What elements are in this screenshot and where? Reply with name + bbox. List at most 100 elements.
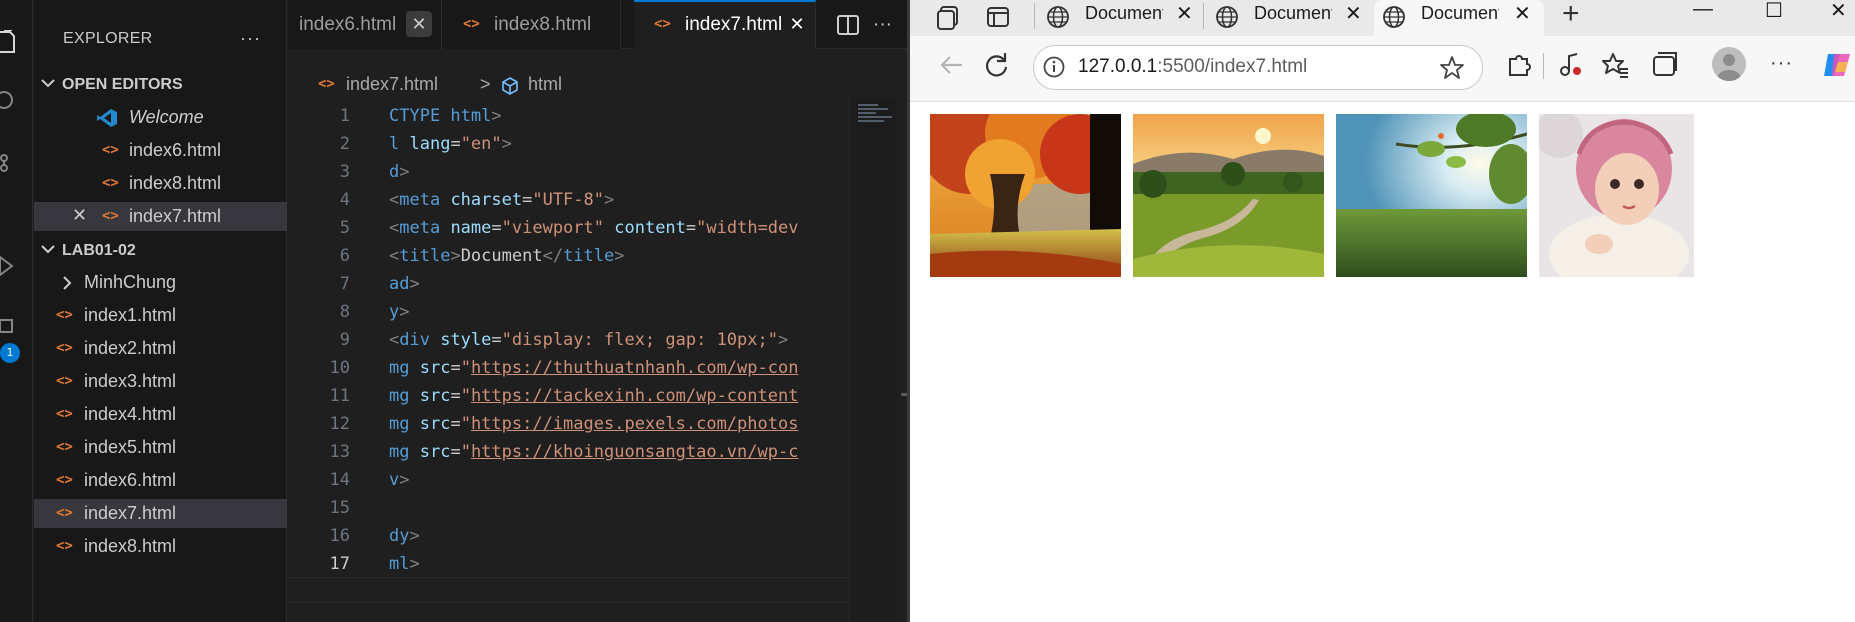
workspace-header[interactable]: LAB01-02 xyxy=(34,236,287,266)
explorer-more-button[interactable]: ··· xyxy=(240,28,261,49)
code-line: dy> xyxy=(389,526,420,546)
breadcrumb-symbol[interactable]: html xyxy=(528,74,562,95)
file-item-index8[interactable]: <> index8.html xyxy=(34,532,287,561)
copilot-icon[interactable] xyxy=(1820,48,1854,82)
file-item-index6[interactable]: <> index6.html xyxy=(34,466,287,495)
code-line: <meta name="viewport" content="width=dev xyxy=(389,218,799,238)
explorer-icon[interactable] xyxy=(0,30,20,54)
open-editor-item-index7[interactable]: ✕ <> index7.html xyxy=(34,202,287,231)
html-file-icon: <> xyxy=(56,307,73,323)
file-item-index5[interactable]: <> index5.html xyxy=(34,433,287,462)
extensions-puzzle-icon[interactable] xyxy=(1504,50,1534,80)
search-icon[interactable] xyxy=(0,88,20,112)
file-item-index7[interactable]: <> index7.html xyxy=(34,499,287,528)
tab-index6[interactable]: index6.html ✕ xyxy=(288,0,442,49)
activity-bar: 1 xyxy=(0,0,33,622)
html-file-icon: <> xyxy=(56,439,73,455)
open-editors-header[interactable]: OPEN EDITORS xyxy=(34,70,287,100)
tab-separator xyxy=(1034,3,1035,29)
autumn-tree-photo xyxy=(930,114,1121,277)
settings-more-button[interactable]: ··· xyxy=(1770,52,1793,75)
info-icon[interactable] xyxy=(1042,55,1066,79)
code-editor[interactable]: 1 CTYPE html> 2 l lang="en"> 3 d> 4 <met… xyxy=(288,101,848,603)
open-editor-item-index8[interactable]: <> index8.html xyxy=(34,169,287,198)
html-file-icon: <> xyxy=(56,505,73,521)
run-debug-icon[interactable] xyxy=(0,254,20,278)
html-file-icon: <> xyxy=(102,175,119,191)
maximize-button[interactable]: ☐ xyxy=(1765,0,1783,23)
code-line: ml> xyxy=(389,554,420,574)
open-editor-label: index7.html xyxy=(129,206,222,226)
browser-window: Document ✕ Document ✕ Document ✕ + — ☐ ✕ xyxy=(910,0,1855,622)
line-number: 9 xyxy=(339,330,350,350)
breadcrumb-file[interactable]: index7.html xyxy=(346,74,438,95)
line-number: 10 xyxy=(329,358,350,378)
source-control-icon[interactable] xyxy=(0,150,20,174)
minimize-button[interactable]: — xyxy=(1693,0,1713,21)
file-item-index3[interactable]: <> index3.html xyxy=(34,367,287,396)
html-file-icon: <> xyxy=(463,16,480,32)
code-line: v> xyxy=(389,470,410,490)
tab-index7[interactable]: <> index7.html ✕ xyxy=(634,0,816,49)
browser-tab-3-active[interactable]: Document ✕ xyxy=(1374,0,1544,36)
split-editor-icon[interactable] xyxy=(837,15,859,35)
tab-close-icon[interactable]: ✕ xyxy=(784,11,810,37)
browser-tab-close-icon[interactable]: ✕ xyxy=(1345,1,1362,26)
code-line: CTYPE html> xyxy=(389,106,502,126)
file-label: index3.html xyxy=(84,371,177,391)
browser-tab-2[interactable]: Document ✕ xyxy=(1207,0,1371,36)
tab-index8[interactable]: <> index8.html xyxy=(443,0,621,49)
file-label: index1.html xyxy=(84,305,177,325)
line-number: 15 xyxy=(329,498,350,518)
url-host: 127.0.0.1 xyxy=(1078,56,1158,77)
media-control-icon[interactable] xyxy=(1555,50,1585,80)
browser-tab-close-icon[interactable]: ✕ xyxy=(1176,1,1193,26)
page-viewport xyxy=(910,101,1855,622)
line-number: 16 xyxy=(329,526,350,546)
vscode-logo-icon xyxy=(97,109,117,127)
html-file-icon: <> xyxy=(56,472,73,488)
open-editor-item-index6[interactable]: <> index6.html xyxy=(34,136,287,165)
browser-tab-close-icon[interactable]: ✕ xyxy=(1514,1,1531,26)
extensions-icon[interactable] xyxy=(0,318,20,342)
file-item-index2[interactable]: <> index2.html xyxy=(34,334,287,363)
profile-avatar[interactable] xyxy=(1712,47,1746,81)
code-line: mg src="https://tackexinh.com/wp-content xyxy=(389,386,799,406)
vertical-tabs-icon[interactable] xyxy=(984,3,1012,31)
line-number: 4 xyxy=(339,190,350,210)
open-editor-label: Welcome xyxy=(129,107,204,127)
html-file-icon: <> xyxy=(102,142,119,158)
editor-more-button[interactable]: ··· xyxy=(873,14,892,36)
tab-label: index8.html xyxy=(494,14,592,35)
file-item-index4[interactable]: <> index4.html xyxy=(34,400,287,429)
browser-tab-1[interactable]: Document ✕ xyxy=(1038,0,1202,36)
file-label: index7.html xyxy=(84,503,177,523)
favorites-icon[interactable] xyxy=(1600,50,1630,80)
globe-icon xyxy=(1383,6,1405,28)
code-line: <div style="display: flex; gap: 10px;"> xyxy=(389,330,789,350)
editor-tab-bar: index6.html ✕ <> index8.html <> index7.h… xyxy=(288,0,910,49)
url-path: :5500/index7.html xyxy=(1157,56,1308,77)
refresh-icon[interactable] xyxy=(981,50,1011,80)
code-line: mg src="https://thuthuatnhanh.com/wp-con xyxy=(389,358,799,378)
sunlit-branch-photo xyxy=(1336,114,1527,277)
back-arrow-icon[interactable] xyxy=(937,50,967,80)
breadcrumb-separator: > xyxy=(480,74,491,94)
new-tab-button[interactable]: + xyxy=(1562,0,1580,31)
toolbar-separator xyxy=(1543,53,1544,79)
open-editor-item-welcome[interactable]: Welcome xyxy=(34,103,287,132)
folder-item-minhchung[interactable]: MinhChung xyxy=(34,268,287,297)
minimap[interactable] xyxy=(849,98,897,622)
code-line: l lang="en"> xyxy=(389,134,512,154)
workspaces-icon[interactable] xyxy=(935,3,963,31)
close-editor-icon[interactable]: ✕ xyxy=(72,205,87,226)
address-bar[interactable]: 127.0.0.1:5500/index7.html xyxy=(1033,45,1483,90)
collections-icon[interactable] xyxy=(1650,50,1680,80)
line-number: 8 xyxy=(339,302,350,322)
file-item-index1[interactable]: <> index1.html xyxy=(34,301,287,330)
folder-label: MinhChung xyxy=(84,272,177,292)
favorite-star-icon[interactable] xyxy=(1438,54,1466,82)
line-number: 12 xyxy=(329,414,350,434)
close-window-button[interactable]: ✕ xyxy=(1830,0,1847,23)
tab-close-icon[interactable]: ✕ xyxy=(406,11,432,37)
